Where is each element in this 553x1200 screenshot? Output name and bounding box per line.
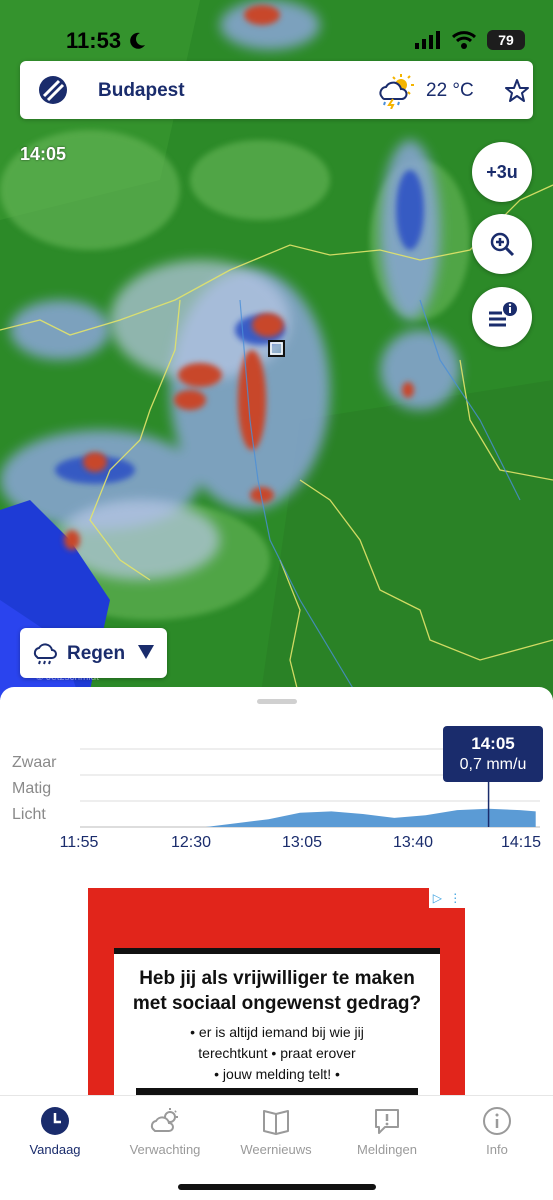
ad-headline-line: met sociaal ongewenst gedrag? [132, 993, 422, 1014]
ad-bullet-line: • er is altijd iemand bij wie jij [190, 1024, 364, 1040]
tab-label: Meldingen [357, 1142, 417, 1157]
battery-indicator: 79 [487, 30, 525, 50]
advertisement-banner[interactable]: ▷ ⋮ Heb jij als vrijwilliger te maken me… [88, 888, 465, 1098]
thunder-sun-cloud-icon [379, 74, 414, 109]
radar-map[interactable]: 11:53 79 Budapest 22 °C 14:05 +3u Regen … [0, 0, 553, 700]
moon-icon [130, 32, 145, 49]
y-label-matig: Matig [12, 780, 52, 797]
rain-cloud-icon [33, 643, 57, 665]
ad-headline: Heb jij als vrijwilliger te maken met so… [114, 966, 440, 1016]
precipitation-chart[interactable]: Zwaar Matig Licht 11:55 12:30 13:05 13:4… [0, 717, 553, 867]
tooltip-value: 0,7 mm/u [459, 756, 527, 773]
ad-choices-icon: ▷ [432, 891, 442, 905]
legend-button[interactable] [472, 287, 532, 347]
tab-vandaag[interactable]: Vandaag [0, 1096, 110, 1166]
x-tick-label: 13:05 [281, 834, 323, 851]
sheet-drag-handle[interactable] [257, 699, 297, 704]
chart-tooltip: 14:05 0,7 mm/u [443, 726, 543, 782]
tab-info[interactable]: Info [442, 1096, 552, 1166]
tab-label: Weernieuws [240, 1142, 312, 1157]
sun-cloud-icon [150, 1108, 178, 1132]
home-indicator [178, 1184, 376, 1190]
zoom-button[interactable] [472, 214, 532, 274]
legend-info-icon [489, 302, 517, 327]
location-name: Budapest [98, 80, 185, 101]
ad-bullets: • er is altijd iemand bij wie jij terech… [114, 1022, 440, 1085]
tab-label: Verwachting [129, 1142, 201, 1157]
signal-icon [415, 31, 440, 49]
layer-dropdown[interactable]: Regen [20, 628, 167, 678]
x-tick-label: 13:40 [392, 834, 434, 851]
favorite-star-icon[interactable] [504, 78, 530, 104]
x-tick-label: 14:15 [500, 834, 542, 851]
ad-bullet-line: terechtkunt • praat erover [198, 1045, 356, 1061]
ad-bullet-line: • jouw melding telt! • [214, 1066, 340, 1082]
status-time: 11:53 [66, 28, 122, 53]
layer-label: Regen [67, 643, 126, 664]
ad-card: Heb jij als vrijwilliger te maken met so… [114, 948, 440, 1098]
y-label-zwaar: Zwaar [12, 754, 57, 771]
x-tick-label: 12:30 [170, 834, 212, 851]
location-temperature: 22 °C [426, 80, 474, 101]
map-credit: © Jetzschmidt [36, 672, 99, 683]
x-tick-label: 11:55 [59, 834, 99, 851]
book-icon [263, 1110, 289, 1135]
wifi-icon [451, 31, 477, 49]
status-bar: 11:53 79 [0, 0, 553, 60]
tab-label: Vandaag [29, 1142, 81, 1157]
ad-menu-icon: ⋮ [449, 891, 462, 905]
tooltip-time: 14:05 [471, 734, 515, 753]
precipitation-area [80, 808, 536, 827]
status-icons: 79 [415, 30, 525, 50]
y-label-licht: Licht [12, 806, 46, 823]
tab-weernieuws[interactable]: Weernieuws [221, 1096, 331, 1166]
tab-bar: Vandaag Verwachting Weernieuws Meldingen… [0, 1095, 553, 1200]
chevron-down-icon [138, 645, 154, 659]
tab-label: Info [486, 1142, 508, 1157]
alert-bubble-icon [375, 1109, 399, 1134]
zoom-in-icon [490, 232, 515, 257]
ad-headline-line: Heb jij als vrijwilliger te maken [139, 968, 415, 989]
ad-choices[interactable]: ▷ ⋮ [429, 888, 465, 908]
info-icon [483, 1107, 511, 1135]
map-timestamp: 14:05 [20, 144, 67, 164]
clock-icon [41, 1107, 69, 1135]
app-logo-icon [39, 76, 67, 104]
tab-verwachting[interactable]: Verwachting [110, 1096, 220, 1166]
location-card[interactable]: Budapest 22 °C [20, 61, 533, 119]
forecast-plus-button[interactable]: +3u [472, 142, 532, 202]
tab-meldingen[interactable]: Meldingen [332, 1096, 442, 1166]
